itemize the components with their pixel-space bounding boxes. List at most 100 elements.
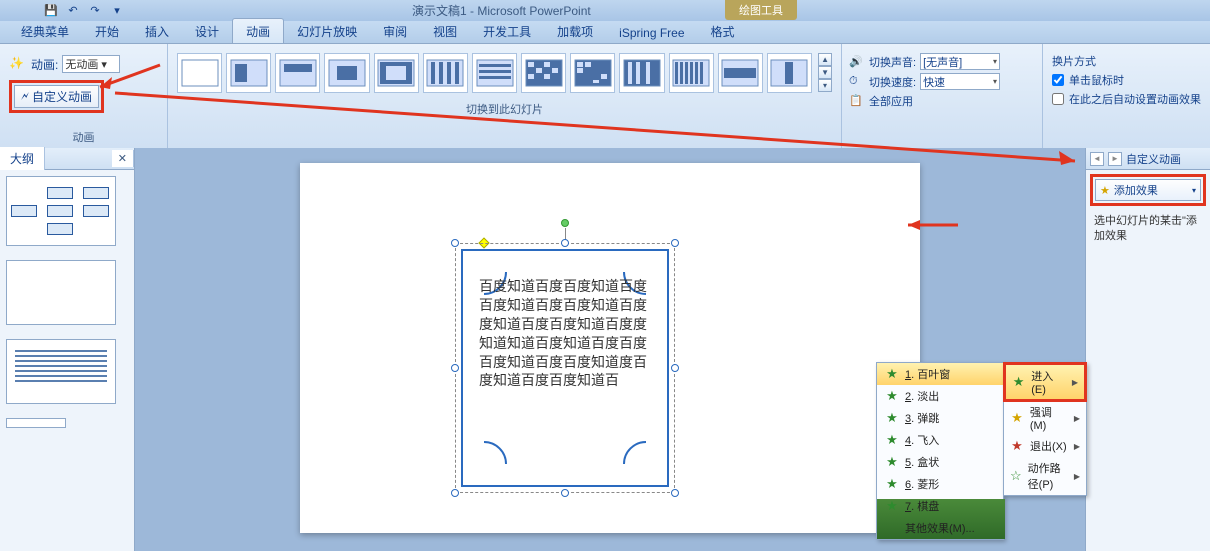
transition-item[interactable] — [226, 53, 271, 93]
transition-item[interactable] — [619, 53, 664, 93]
tab-format[interactable]: 格式 — [698, 19, 748, 43]
tab-home[interactable]: 开始 — [82, 19, 132, 43]
star-icon: ★ — [1012, 375, 1025, 389]
selected-shape[interactable]: 百度知道百度百度知道百度百度知道百度百度知道百度度知道百度百度知道百度度知道知道… — [455, 243, 675, 493]
transition-item[interactable] — [324, 53, 369, 93]
transition-item[interactable] — [521, 53, 566, 93]
annotation-rect: 🗲 自定义动画 — [9, 80, 104, 113]
fx-item[interactable]: ★1. 百叶窗 — [877, 363, 1003, 385]
transition-item[interactable] — [472, 53, 517, 93]
resize-handle[interactable] — [561, 489, 569, 497]
annotation-rect: ★ 进入(E)▶ — [1003, 362, 1087, 402]
star-icon: ★ — [885, 411, 899, 425]
sound-icon: 🔊 — [849, 55, 865, 69]
slides-outline-pane: 大纲 ✕ — [0, 148, 135, 551]
pane-back-icon[interactable]: ◄ — [1090, 152, 1104, 166]
title-bar: 💾 ↶ ↷ ▾ 演示文稿1 - Microsoft PowerPoint 绘图工… — [0, 0, 1210, 21]
group-label-transition: 切换到此幻灯片 — [173, 99, 836, 120]
tab-classic[interactable]: 经典菜单 — [8, 19, 82, 43]
slide-thumbnail[interactable] — [6, 176, 116, 246]
close-pane-icon[interactable]: ✕ — [112, 150, 134, 167]
submenu-exit[interactable]: ★ 退出(X)▶ — [1004, 435, 1086, 457]
on-click-label: 单击鼠标时 — [1069, 72, 1124, 88]
submenu-motion-path[interactable]: ☆ 动作路径(P)▶ — [1004, 457, 1086, 495]
resize-handle[interactable] — [671, 489, 679, 497]
resize-handle[interactable] — [671, 364, 679, 372]
save-icon[interactable]: 💾 — [42, 3, 60, 19]
transition-item[interactable] — [423, 53, 468, 93]
tab-ispring[interactable]: iSpring Free — [606, 22, 697, 43]
on-click-checkbox[interactable] — [1052, 74, 1064, 86]
star-icon: ★ — [1010, 411, 1024, 425]
resize-handle[interactable] — [561, 239, 569, 247]
tab-addins[interactable]: 加载项 — [544, 19, 606, 43]
star-icon: ★ — [885, 455, 899, 469]
transition-item[interactable] — [669, 53, 714, 93]
pane-tabs: 大纲 ✕ — [0, 148, 134, 170]
gallery-scroll[interactable]: ▲▼▾ — [818, 53, 832, 92]
slide-thumbnail[interactable] — [6, 339, 116, 404]
pane-fwd-icon[interactable]: ► — [1108, 152, 1122, 166]
tab-design[interactable]: 设计 — [182, 19, 232, 43]
group-advance: 换片方式 单击鼠标时 在此之后自动设置动画效果 — [1043, 44, 1210, 148]
custom-animation-button[interactable]: 🗲 自定义动画 — [14, 85, 99, 108]
submenu-emphasis[interactable]: ★ 强调(M)▶ — [1004, 401, 1086, 435]
resize-handle[interactable] — [451, 239, 459, 247]
fx-item[interactable]: ★4. 飞入 — [877, 429, 1003, 451]
speed-dropdown[interactable]: 快速 — [920, 73, 1000, 90]
star-icon: ★ — [885, 477, 899, 491]
speed-label: 切换速度: — [869, 74, 916, 90]
slide-thumbnail[interactable] — [6, 418, 66, 428]
resize-handle[interactable] — [671, 239, 679, 247]
office-button[interactable] — [0, 0, 36, 21]
resize-handle[interactable] — [451, 364, 459, 372]
advance-heading: 换片方式 — [1052, 53, 1201, 69]
transition-item[interactable] — [767, 53, 812, 93]
group-transition-options: 🔊 切换声音: [无声音] ⏱ 切换速度: 快速 📋 全部应用 — [842, 44, 1043, 148]
fx-item[interactable]: ★5. 盒状 — [877, 451, 1003, 473]
sound-label: 切换声音: — [869, 54, 916, 70]
fx-item[interactable]: ★2. 淡出 — [877, 385, 1003, 407]
qat-dropdown-icon[interactable]: ▾ — [108, 3, 126, 19]
outline-tab[interactable]: 大纲 — [0, 147, 45, 170]
fx-item[interactable]: ★3. 弹跳 — [877, 407, 1003, 429]
apply-all-button[interactable]: 全部应用 — [869, 93, 913, 109]
transition-item[interactable] — [374, 53, 419, 93]
group-transition-gallery: ▲▼▾ 切换到此幻灯片 — [168, 44, 842, 148]
speed-icon: ⏱ — [849, 75, 865, 89]
tab-animation[interactable]: 动画 — [232, 18, 284, 43]
resize-handle[interactable] — [451, 489, 459, 497]
undo-icon[interactable]: ↶ — [64, 3, 82, 19]
star-icon: ☆ — [1010, 469, 1022, 483]
auto-after-checkbox[interactable] — [1052, 93, 1064, 105]
star-icon: ★ — [885, 499, 899, 513]
fx-item[interactable]: ★7. 棋盘 — [877, 495, 1003, 517]
add-effect-button[interactable]: ★ 添加效果 — [1095, 179, 1201, 201]
sound-dropdown[interactable]: [无声音] — [920, 53, 1000, 70]
star-icon: ★ — [885, 433, 899, 447]
submenu-entrance[interactable]: ★ 进入(E)▶ — [1006, 365, 1084, 399]
transition-item[interactable] — [570, 53, 615, 93]
tab-slideshow[interactable]: 幻灯片放映 — [284, 19, 370, 43]
redo-icon[interactable]: ↷ — [86, 3, 104, 19]
tab-developer[interactable]: 开发工具 — [470, 19, 544, 43]
star-icon: ★ — [1010, 439, 1024, 453]
ribbon: ✨ 动画: 无动画 ▾ 🗲 自定义动画 动画 — [0, 44, 1210, 148]
slide-thumbnail[interactable] — [6, 260, 116, 325]
slide: 百度知道百度百度知道百度百度知道百度百度知道百度度知道百度百度知道百度度知道知道… — [300, 163, 920, 533]
transition-none[interactable] — [177, 53, 222, 93]
tab-insert[interactable]: 插入 — [132, 19, 182, 43]
fx-more-effects[interactable]: 其他效果(M)... — [877, 517, 1003, 539]
pane-title: 自定义动画 — [1126, 151, 1181, 167]
auto-after-label: 在此之后自动设置动画效果 — [1069, 91, 1201, 107]
group-animation: ✨ 动画: 无动画 ▾ 🗲 自定义动画 动画 — [0, 44, 168, 148]
contextual-tab-drawing[interactable]: 绘图工具 — [725, 0, 797, 20]
tab-review[interactable]: 审阅 — [370, 19, 420, 43]
transition-item[interactable] — [275, 53, 320, 93]
rotate-handle[interactable] — [561, 219, 569, 227]
transition-item[interactable] — [718, 53, 763, 93]
tab-view[interactable]: 视图 — [420, 19, 470, 43]
fx-item[interactable]: ★6. 菱形 — [877, 473, 1003, 495]
animation-dropdown[interactable]: 无动画 ▾ — [62, 55, 120, 73]
shape-text[interactable]: 百度知道百度百度知道百度百度知道百度百度知道百度度知道百度百度知道百度度知道知道… — [479, 279, 651, 392]
